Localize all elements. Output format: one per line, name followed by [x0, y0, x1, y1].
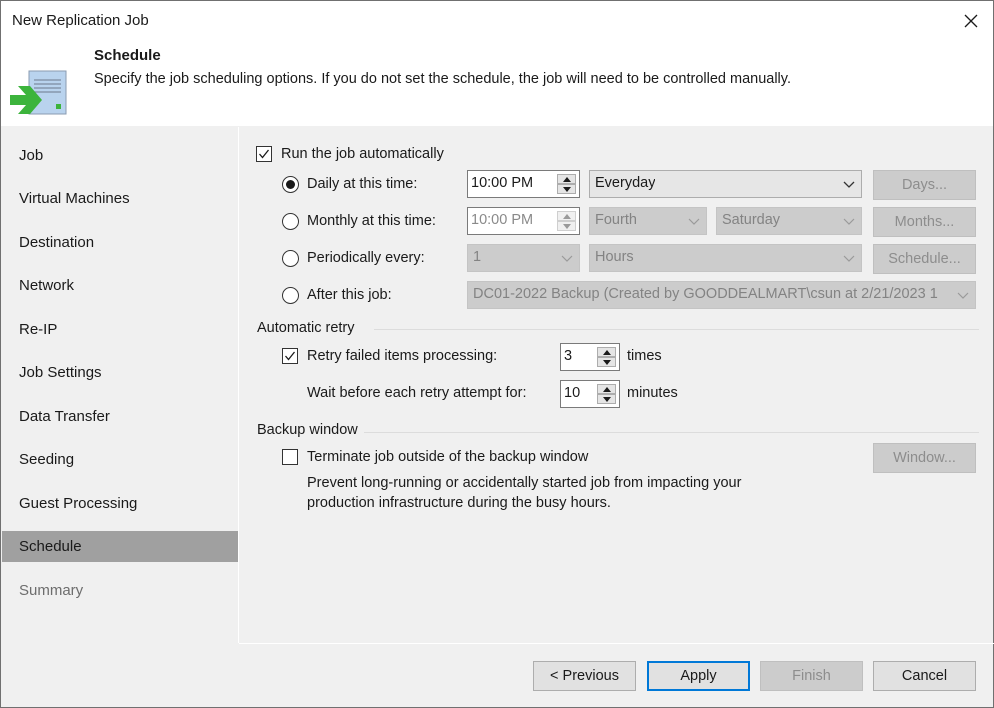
backup-window-group-label: Backup window — [257, 422, 358, 438]
arrow-down-icon — [562, 186, 571, 192]
chevron-down-icon — [843, 218, 855, 225]
retry-failed-label: Retry failed items processing: — [307, 348, 498, 364]
spin-up-button[interactable] — [557, 211, 576, 221]
arrow-down-icon — [602, 396, 611, 402]
monthly-radio[interactable] — [282, 213, 299, 230]
period-unit-value: Hours — [595, 249, 634, 265]
daily-frequency-dropdown[interactable]: Everyday — [589, 170, 862, 198]
page-description: Specify the job scheduling options. If y… — [94, 71, 791, 87]
months-button[interactable]: Months... — [873, 207, 976, 237]
spin-down-button[interactable] — [557, 221, 576, 231]
schedule-document-arrow-icon — [10, 70, 67, 115]
terminate-job-label: Terminate job outside of the backup wind… — [307, 449, 589, 465]
arrow-up-icon — [562, 213, 571, 219]
sidebar-item-summary: Summary — [19, 582, 84, 599]
days-button[interactable]: Days... — [873, 170, 976, 200]
wizard-header: Schedule Specify the job scheduling opti… — [1, 41, 993, 126]
automatic-retry-group-label: Automatic retry — [257, 320, 355, 336]
title-bar: New Replication Job — [1, 1, 993, 41]
sidebar-item-network[interactable]: Network — [2, 270, 238, 301]
group-divider — [374, 329, 979, 330]
footer-divider — [239, 643, 994, 644]
previous-button[interactable]: < Previous — [533, 661, 636, 691]
spin-up-button[interactable] — [597, 384, 616, 394]
monthly-day-value: Saturday — [722, 212, 781, 228]
monthly-week-value: Fourth — [595, 212, 637, 228]
period-value: 1 — [473, 249, 482, 265]
after-job-value: DC01-2022 Backup (Created by GOODDEALMAR… — [473, 286, 938, 302]
spin-down-button[interactable] — [597, 357, 616, 367]
checkmark-icon — [259, 149, 270, 159]
arrow-down-icon — [562, 223, 571, 229]
sidebar-item-guest-processing[interactable]: Guest Processing — [2, 488, 238, 519]
monthly-day-dropdown[interactable]: Saturday — [716, 207, 862, 235]
backup-window-description-line1: Prevent long-running or accidentally sta… — [307, 475, 742, 491]
retry-failed-checkbox[interactable] — [282, 348, 298, 364]
page-title: Schedule — [94, 47, 161, 64]
monthly-week-dropdown[interactable]: Fourth — [589, 207, 707, 235]
backup-window-description-line2: production infrastructure during the bus… — [307, 495, 611, 511]
after-job-label: After this job: — [307, 287, 392, 303]
wait-retry-label: Wait before each retry attempt for: — [307, 385, 527, 401]
spin-down-button[interactable] — [597, 394, 616, 404]
daily-frequency-value: Everyday — [595, 175, 656, 191]
new-replication-job-dialog: New Replication Job Schedule Specify the… — [0, 0, 994, 708]
close-icon — [964, 14, 978, 28]
daily-time-value: 10:00 PM — [471, 175, 534, 191]
daily-label: Daily at this time: — [307, 176, 418, 192]
close-button[interactable] — [957, 7, 985, 35]
chevron-down-icon — [843, 255, 855, 262]
spin-down-button[interactable] — [557, 184, 576, 194]
arrow-up-icon — [602, 349, 611, 355]
chevron-down-icon — [688, 218, 700, 225]
sidebar-item-re-ip[interactable]: Re-IP — [2, 314, 238, 345]
wait-minutes-value: 10 — [564, 385, 581, 401]
wait-unit-label: minutes — [627, 385, 678, 401]
after-job-radio[interactable] — [282, 287, 299, 304]
arrow-down-icon — [602, 359, 611, 365]
chevron-down-icon — [561, 255, 573, 262]
wait-minutes-spinner[interactable]: 10 — [560, 380, 620, 408]
schedule-button[interactable]: Schedule... — [873, 244, 976, 274]
sidebar-item-destination[interactable]: Destination — [2, 227, 238, 258]
daily-time-spinner[interactable]: 10:00 PM — [467, 170, 580, 198]
periodically-radio[interactable] — [282, 250, 299, 267]
periodically-label: Periodically every: — [307, 250, 425, 266]
checkmark-icon — [285, 351, 296, 361]
retry-count-value: 3 — [564, 348, 573, 364]
chevron-down-icon — [843, 181, 855, 188]
window-title: New Replication Job — [12, 12, 149, 29]
spin-up-button[interactable] — [597, 347, 616, 357]
finish-button[interactable]: Finish — [760, 661, 863, 691]
schedule-panel: Run the job automatically Daily at this … — [239, 127, 994, 643]
run-automatically-label: Run the job automatically — [281, 146, 444, 162]
terminate-job-checkbox[interactable] — [282, 449, 298, 465]
spin-up-button[interactable] — [557, 174, 576, 184]
monthly-label: Monthly at this time: — [307, 213, 436, 229]
period-value-dropdown[interactable]: 1 — [467, 244, 580, 272]
sidebar-item-seeding[interactable]: Seeding — [2, 444, 238, 475]
run-automatically-checkbox[interactable] — [256, 146, 272, 162]
arrow-up-icon — [602, 386, 611, 392]
sidebar-item-job[interactable]: Job — [2, 140, 238, 171]
chevron-down-icon — [957, 292, 969, 299]
sidebar-item-data-transfer[interactable]: Data Transfer — [2, 401, 238, 432]
wizard-steps-sidebar: Job Virtual Machines Destination Network… — [2, 127, 238, 643]
monthly-time-spinner[interactable]: 10:00 PM — [467, 207, 580, 235]
sidebar-item-virtual-machines[interactable]: Virtual Machines — [2, 183, 238, 214]
window-button[interactable]: Window... — [873, 443, 976, 473]
period-unit-dropdown[interactable]: Hours — [589, 244, 862, 272]
monthly-time-value: 10:00 PM — [471, 212, 534, 228]
after-job-dropdown[interactable]: DC01-2022 Backup (Created by GOODDEALMAR… — [467, 281, 976, 309]
group-divider — [364, 432, 979, 433]
cancel-button[interactable]: Cancel — [873, 661, 976, 691]
daily-radio[interactable] — [282, 176, 299, 193]
arrow-up-icon — [562, 176, 571, 182]
apply-button[interactable]: Apply — [647, 661, 750, 691]
sidebar-item-schedule[interactable]: Schedule — [2, 531, 238, 562]
radio-selected-dot — [286, 180, 295, 189]
retry-unit-label: times — [627, 348, 662, 364]
sidebar-item-job-settings[interactable]: Job Settings — [2, 357, 238, 388]
retry-count-spinner[interactable]: 3 — [560, 343, 620, 371]
